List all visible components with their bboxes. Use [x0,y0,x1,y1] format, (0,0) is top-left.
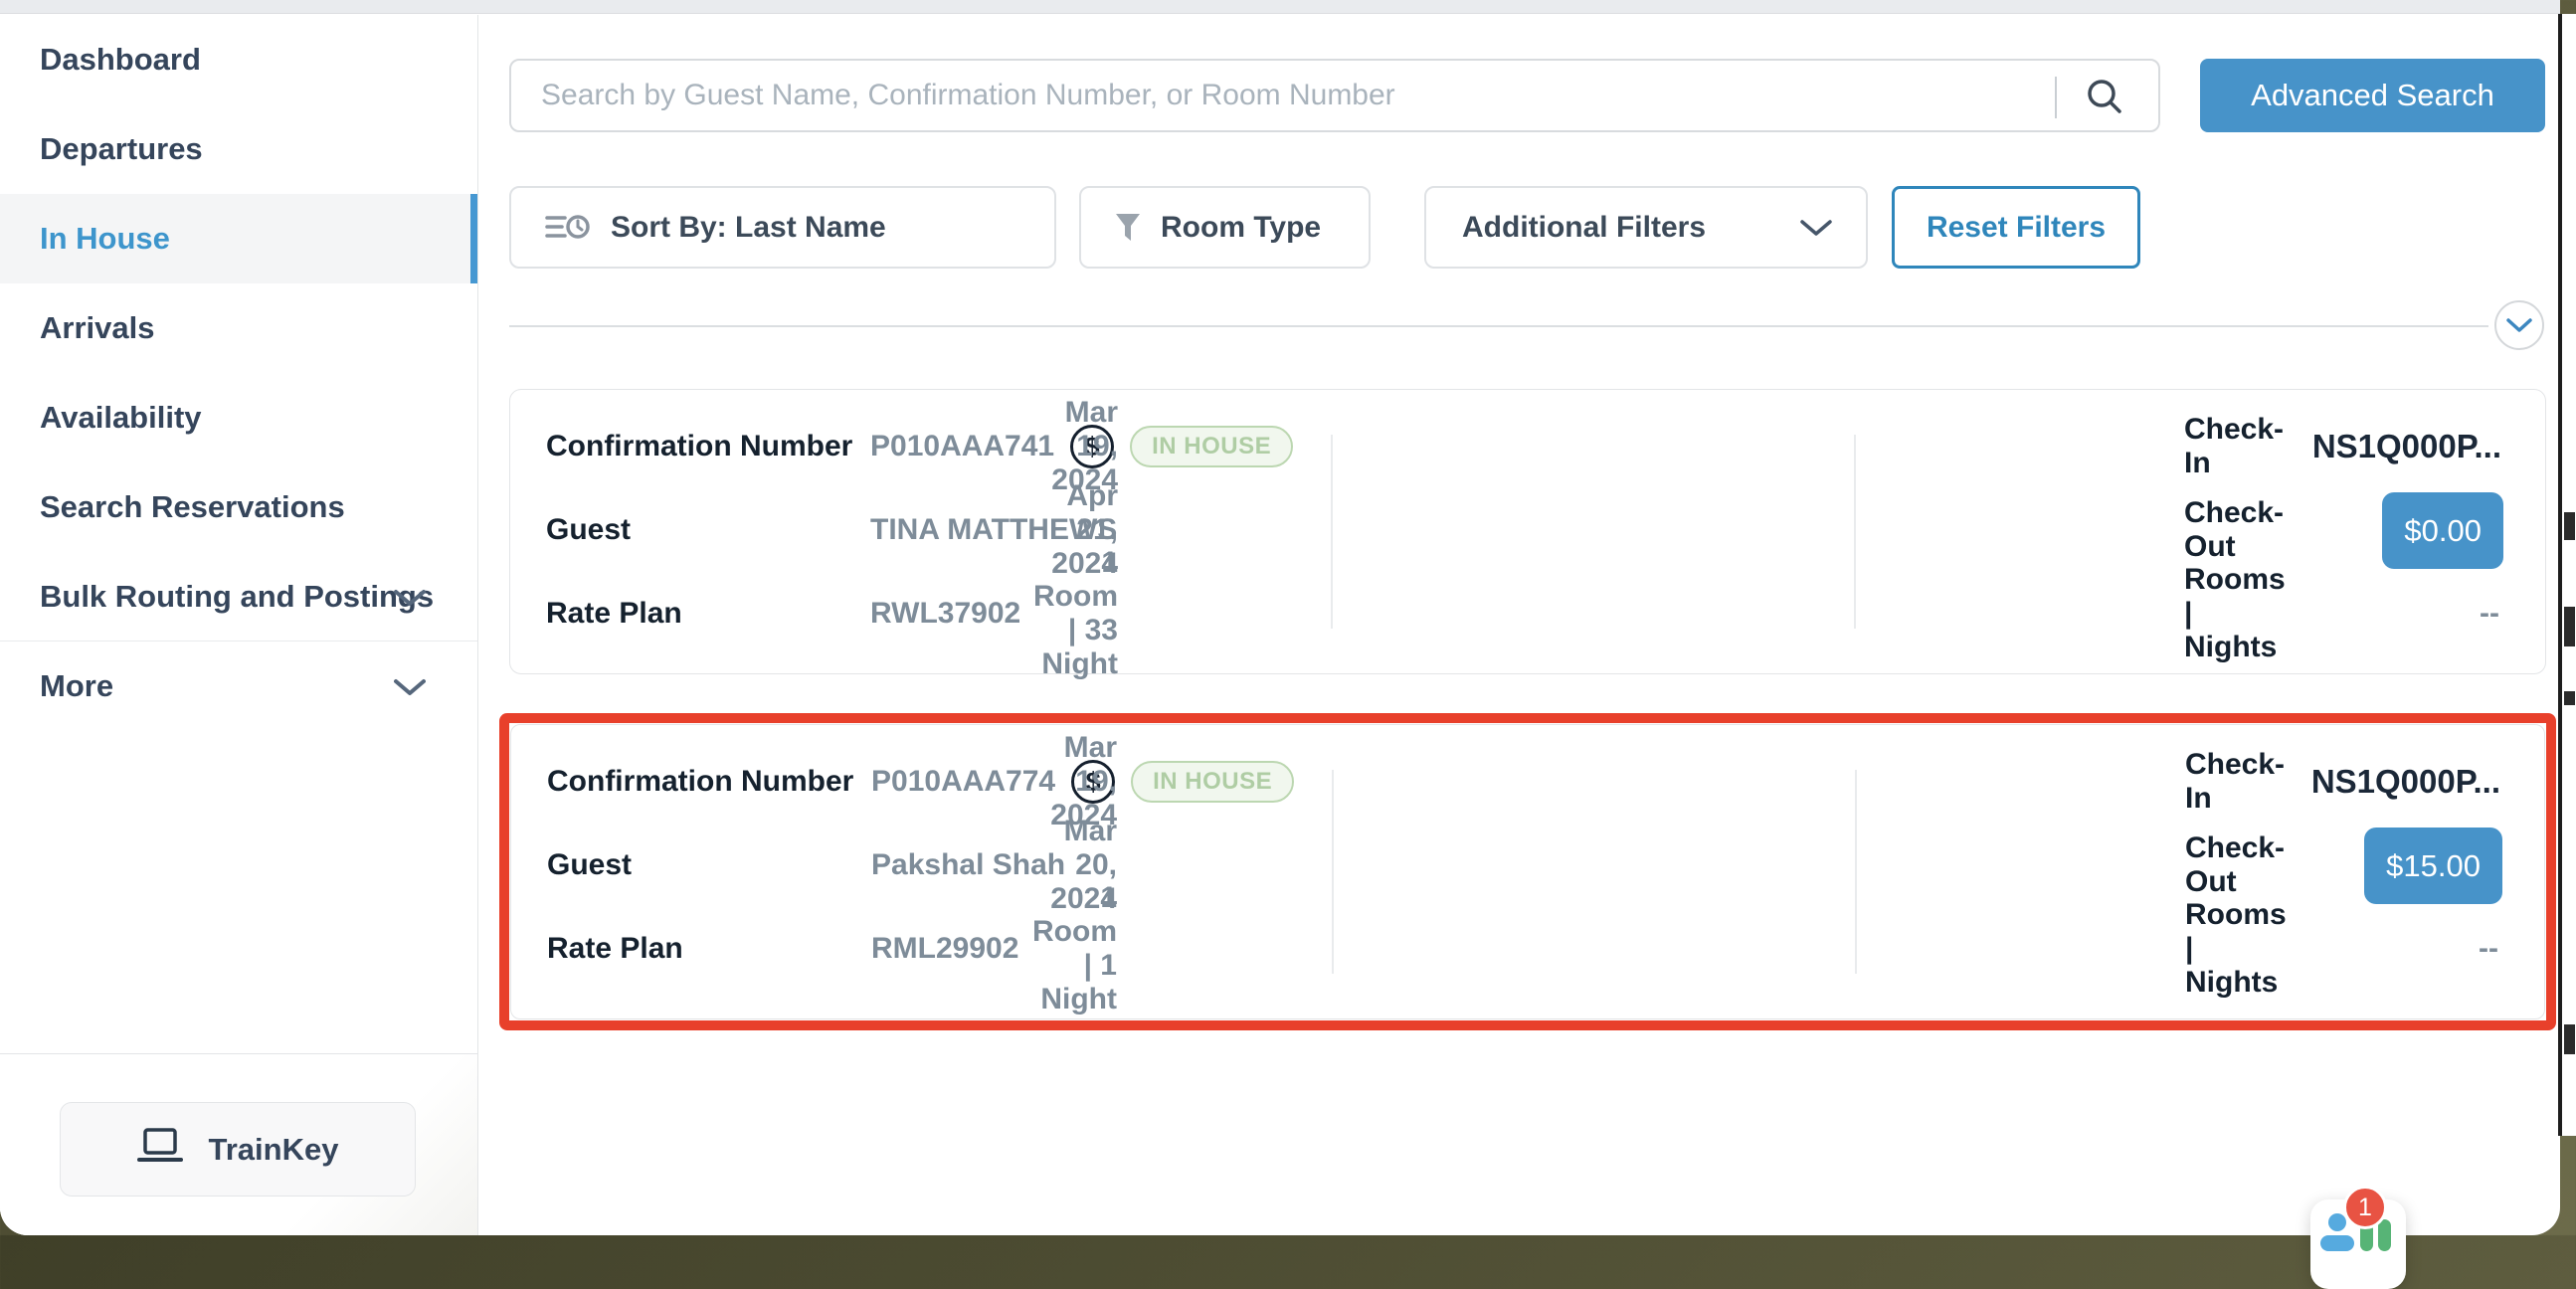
confirmation-number-label: Confirmation Number [546,430,870,463]
company-value: -- [2480,597,2499,631]
filter-funnel-icon [1115,213,1141,243]
in-house-status-badge: IN HOUSE [1131,761,1294,803]
balance-amount-badge[interactable]: $0.00 [2382,492,2503,569]
sidebar-item-label: Arrivals [40,310,154,346]
sidebar-item-arrivals[interactable]: Arrivals [0,283,477,373]
app-window: Dashboard Departures In House Arrivals A… [0,0,2560,1235]
sidebar: Dashboard Departures In House Arrivals A… [0,15,478,1235]
rate-plan-value: RWL37902 [870,597,1020,631]
sidebar-item-bulk-routing[interactable]: Bulk Routing and Postings [0,552,477,642]
sidebar-item-label: Dashboard [40,42,201,78]
rate-plan-label: Rate Plan [546,597,870,631]
balance-amount-badge[interactable]: $15.00 [2364,828,2502,904]
rate-plan-value: RML29902 [871,932,1018,966]
room-number: NS1Q000P... [2312,428,2501,465]
chevron-down-icon [1800,219,1832,237]
chat-logo-icon [2378,1219,2391,1251]
sliver-text-fragment [2564,1024,2575,1054]
trainkey-button[interactable]: TrainKey [60,1102,416,1197]
sidebar-item-availability[interactable]: Availability [0,373,477,462]
sidebar-item-dashboard[interactable]: Dashboard [0,15,477,104]
confirmation-number-value: P010AAA741 [870,430,1054,463]
rooms-nights-value: 1 Room | 33 Night [1033,546,1118,681]
sidebar-item-more[interactable]: More [0,642,477,731]
confirmation-number-label: Confirmation Number [547,765,871,799]
sidebar-item-label: Search Reservations [40,489,345,525]
rate-plan-label: Rate Plan [547,932,871,966]
chevron-down-icon [394,579,426,615]
sort-by-time-icon [545,210,591,246]
sidebar-item-label: Availability [40,400,202,436]
trainkey-label: TrainKey [209,1132,339,1168]
sidebar-item-label: In House [40,221,170,257]
advanced-search-button[interactable]: Advanced Search [2200,59,2545,132]
sliver-text-fragment [2564,607,2575,646]
top-strip [0,0,2560,14]
chat-logo-icon [2320,1235,2354,1251]
search-input[interactable] [511,61,2043,130]
sidebar-item-label: Departures [40,131,203,167]
guest-label: Guest [546,513,870,547]
in-house-status-badge: IN HOUSE [1130,426,1293,467]
room-type-label: Room Type [1161,211,1321,245]
sliver-text-fragment [2564,691,2575,705]
collapse-filters-button[interactable] [2494,300,2544,350]
reservation-card[interactable]: Confirmation Number P010AAA774 $ IN HOUS… [510,724,2545,1019]
chevron-down-icon [394,668,426,704]
rooms-nights-value: 1 Room | 1 Night [1032,881,1117,1016]
sidebar-item-in-house[interactable]: In House [0,194,477,283]
sidebar-footer: TrainKey [0,1053,477,1235]
sidebar-item-label: Bulk Routing and Postings [40,579,434,615]
room-type-dropdown[interactable]: Room Type [1079,186,1371,269]
sidebar-nav: Dashboard Departures In House Arrivals A… [0,15,477,731]
additional-filters-label: Additional Filters [1462,211,1706,245]
search-icon[interactable] [2081,74,2130,123]
background-window-sliver [2562,14,2576,1136]
sidebar-item-search-reservations[interactable]: Search Reservations [0,462,477,552]
results-divider [509,325,2488,327]
reset-filters-button[interactable]: Reset Filters [1892,186,2140,269]
additional-filters-dropdown[interactable]: Additional Filters [1424,186,1868,269]
guest-label: Guest [547,848,871,882]
chevron-down-icon [2506,318,2532,333]
highlight-red-frame: Confirmation Number P010AAA774 $ IN HOUS… [499,713,2556,1030]
sidebar-item-label: More [40,668,113,704]
unread-count-badge[interactable]: 1 [2343,1186,2387,1229]
company-value: -- [2479,932,2498,966]
search-input-divider [2055,77,2057,118]
confirmation-number-value: P010AAA774 [871,765,1055,799]
sort-by-dropdown[interactable]: Sort By: Last Name [509,186,1056,269]
sliver-text-fragment [2564,512,2575,540]
sidebar-item-departures[interactable]: Departures [0,104,477,194]
sort-by-label: Sort By: Last Name [611,211,886,245]
laptop-icon [137,1127,183,1173]
room-number: NS1Q000P... [2311,763,2500,801]
guest-name: Pakshal Shah [871,848,1065,882]
reservation-card[interactable]: Confirmation Number P010AAA741 $ IN HOUS… [509,389,2546,674]
chat-logo-icon [2328,1213,2346,1231]
search-box [509,59,2160,132]
